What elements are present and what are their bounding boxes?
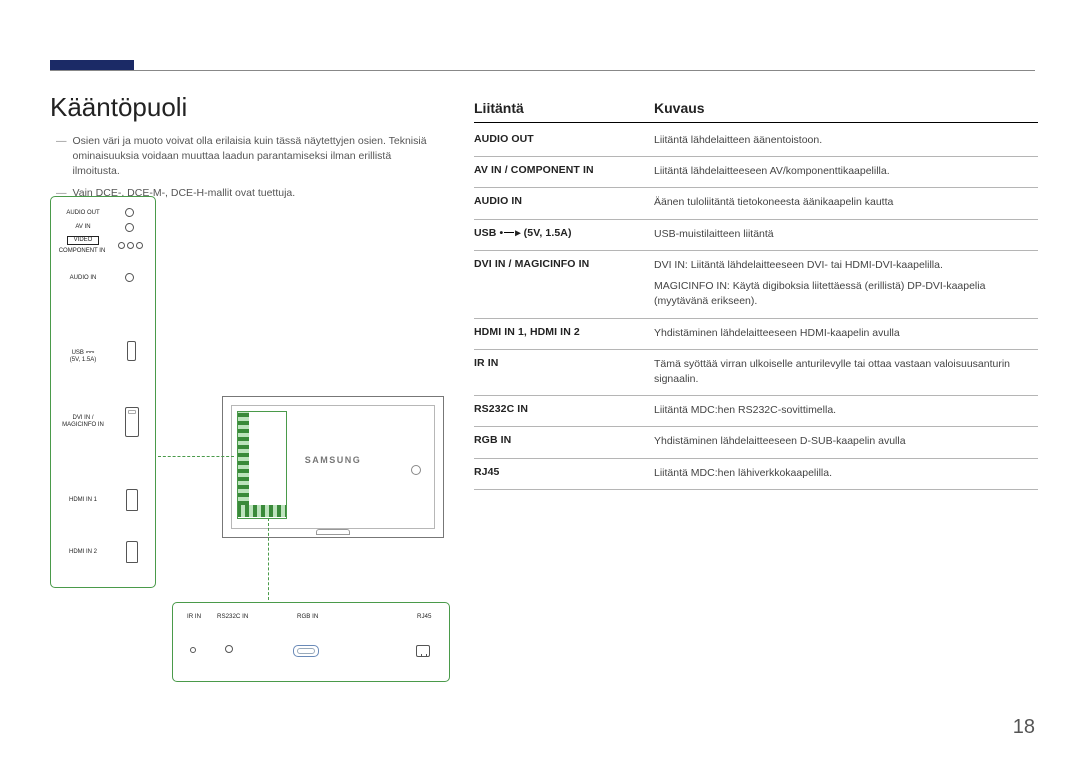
port-rj45 bbox=[416, 645, 430, 657]
usb-icon: ⎓ bbox=[86, 346, 95, 358]
cell-port: IR IN bbox=[474, 357, 654, 387]
page-number: 18 bbox=[1013, 716, 1035, 739]
label-video: VIDEO bbox=[67, 236, 99, 245]
port-component-trio bbox=[118, 242, 143, 249]
table-header: Liitäntä Kuvaus bbox=[474, 100, 1038, 123]
connector-line-v bbox=[268, 518, 269, 600]
note-dash: ― bbox=[56, 134, 67, 180]
label-dvi-line2: MAGICINFO IN bbox=[62, 422, 104, 428]
port-description-table: Liitäntä Kuvaus AUDIO OUT Liitäntä lähde… bbox=[474, 100, 1038, 490]
desc-text: USB-muistilaitteen liitäntä bbox=[654, 227, 1038, 242]
port-rgb-in bbox=[293, 645, 319, 657]
port-component-pb bbox=[127, 242, 134, 249]
desc-text: Tämä syöttää virran ulkoiselle anturilev… bbox=[654, 357, 1038, 387]
port-av-video bbox=[125, 223, 134, 232]
label-dvi: DVI IN / MAGICINFO IN bbox=[55, 415, 111, 428]
label-rs232c: RS232C IN bbox=[217, 613, 248, 620]
table-row: AUDIO OUT Liitäntä lähdelaitteen äänento… bbox=[474, 126, 1038, 157]
desc-text: Äänen tuloliitäntä tietokoneesta äänikaa… bbox=[654, 195, 1038, 210]
label-ir-in: IR IN bbox=[187, 613, 201, 620]
connector-line-h bbox=[158, 456, 234, 457]
ports-panel-vertical: AUDIO OUT AV IN VIDEO COMPONENT IN AUDIO… bbox=[50, 196, 156, 588]
label-audio-out: AUDIO OUT bbox=[59, 210, 107, 217]
note-text: Osien väri ja muoto voivat olla erilaisi… bbox=[73, 134, 437, 180]
cell-desc: Yhdistäminen lähdelaitteeseen D-SUB-kaap… bbox=[654, 434, 1038, 449]
cell-desc: Liitäntä MDC:hen lähiverkkokaapelilla. bbox=[654, 466, 1038, 481]
desc-text: Yhdistäminen lähdelaitteeseen D-SUB-kaap… bbox=[654, 434, 1038, 449]
ports-panel-horizontal: IR IN RS232C IN RGB IN RJ45 bbox=[172, 602, 450, 682]
desc-text: DVI IN: Liitäntä lähdelaitteeseen DVI- t… bbox=[654, 258, 1038, 273]
label-hdmi2: HDMI IN 2 bbox=[59, 549, 107, 556]
cell-port: RS232C IN bbox=[474, 403, 654, 418]
label-dvi-line1: DVI IN / bbox=[72, 415, 93, 421]
usb-icon: •▸ bbox=[500, 227, 521, 239]
cell-port: AV IN / COMPONENT IN bbox=[474, 164, 654, 179]
monitor-stand-slot bbox=[316, 529, 350, 535]
port-dvi bbox=[125, 407, 139, 437]
port-usb-suffix: (5V, 1.5A) bbox=[521, 227, 572, 239]
port-rs232c bbox=[225, 645, 233, 653]
port-hdmi1 bbox=[126, 489, 138, 511]
rear-diagram: AUDIO OUT AV IN VIDEO COMPONENT IN AUDIO… bbox=[50, 196, 450, 708]
label-av-in: AV IN bbox=[59, 224, 107, 231]
port-component-y bbox=[118, 242, 125, 249]
label-rgb-in: RGB IN bbox=[297, 613, 318, 620]
port-component-pr bbox=[136, 242, 143, 249]
table-row: RJ45 Liitäntä MDC:hen lähiverkkokaapelil… bbox=[474, 459, 1038, 490]
table-row: DVI IN / MAGICINFO IN DVI IN: Liitäntä l… bbox=[474, 251, 1038, 319]
cell-port: DVI IN / MAGICINFO IN bbox=[474, 258, 654, 310]
port-usb bbox=[127, 341, 136, 361]
label-usb-line1: USB bbox=[72, 350, 84, 356]
monitor-highlight-box bbox=[237, 411, 287, 519]
port-usb-prefix: USB bbox=[474, 227, 500, 239]
cell-desc: Liitäntä lähdelaitteen äänentoistoon. bbox=[654, 133, 1038, 148]
cell-port: RJ45 bbox=[474, 466, 654, 481]
cell-port: HDMI IN 1, HDMI IN 2 bbox=[474, 326, 654, 341]
label-hdmi1: HDMI IN 1 bbox=[59, 497, 107, 504]
cell-desc: Tämä syöttää virran ulkoiselle anturilev… bbox=[654, 357, 1038, 387]
cell-desc: Liitäntä lähdelaitteeseen AV/komponentti… bbox=[654, 164, 1038, 179]
header-rule bbox=[50, 70, 1035, 71]
page-title: Kääntöpuoli bbox=[50, 92, 187, 123]
th-port: Liitäntä bbox=[474, 100, 654, 116]
manual-page: Kääntöpuoli ― Osien väri ja muoto voivat… bbox=[0, 0, 1080, 763]
desc-text: Liitäntä MDC:hen RS232C-sovittimella. bbox=[654, 403, 1038, 418]
desc-text: Liitäntä MDC:hen lähiverkkokaapelilla. bbox=[654, 466, 1038, 481]
label-rj45: RJ45 bbox=[417, 613, 431, 620]
label-audio-in: AUDIO IN bbox=[59, 275, 107, 282]
cell-desc: DVI IN: Liitäntä lähdelaitteeseen DVI- t… bbox=[654, 258, 1038, 310]
cell-port: RGB IN bbox=[474, 434, 654, 449]
cell-port: AUDIO OUT bbox=[474, 133, 654, 148]
th-desc: Kuvaus bbox=[654, 100, 1038, 116]
cell-desc: Liitäntä MDC:hen RS232C-sovittimella. bbox=[654, 403, 1038, 418]
cell-port: USB •▸ (5V, 1.5A) bbox=[474, 227, 654, 242]
cell-desc: Äänen tuloliitäntä tietokoneesta äänikaa… bbox=[654, 195, 1038, 210]
cell-desc: Yhdistäminen lähdelaitteeseen HDMI-kaape… bbox=[654, 326, 1038, 341]
desc-text: Liitäntä lähdelaitteeseen AV/komponentti… bbox=[654, 164, 1038, 179]
desc-text: Yhdistäminen lähdelaitteeseen HDMI-kaape… bbox=[654, 326, 1038, 341]
desc-text: Liitäntä lähdelaitteen äänentoistoon. bbox=[654, 133, 1038, 148]
table-row: RS232C IN Liitäntä MDC:hen RS232C-sovitt… bbox=[474, 396, 1038, 427]
table-row: AV IN / COMPONENT IN Liitäntä lähdelaitt… bbox=[474, 157, 1038, 188]
table-row: HDMI IN 1, HDMI IN 2 Yhdistäminen lähdel… bbox=[474, 319, 1038, 350]
port-audio-out bbox=[125, 208, 134, 217]
table-row: RGB IN Yhdistäminen lähdelaitteeseen D-S… bbox=[474, 427, 1038, 458]
table-row: IR IN Tämä syöttää virran ulkoiselle ant… bbox=[474, 350, 1038, 396]
cell-port: AUDIO IN bbox=[474, 195, 654, 210]
port-ir-in bbox=[190, 647, 196, 653]
brand-logo: SAMSUNG bbox=[305, 455, 362, 465]
port-audio-in bbox=[125, 273, 134, 282]
desc-text: MAGICINFO IN: Käytä digiboksia liitettäe… bbox=[654, 279, 1038, 309]
port-hdmi2 bbox=[126, 541, 138, 563]
label-usb: USB ⎓ (5V, 1.5A) bbox=[59, 345, 107, 364]
note-item: ― Osien väri ja muoto voivat olla erilai… bbox=[56, 134, 436, 180]
table-row: USB •▸ (5V, 1.5A) USB-muistilaitteen lii… bbox=[474, 220, 1038, 251]
cell-desc: USB-muistilaitteen liitäntä bbox=[654, 227, 1038, 242]
table-row: AUDIO IN Äänen tuloliitäntä tietokoneest… bbox=[474, 188, 1038, 219]
label-component-in: COMPONENT IN bbox=[53, 248, 111, 255]
monitor-rear: SAMSUNG bbox=[222, 396, 444, 538]
monitor-button bbox=[411, 465, 421, 475]
